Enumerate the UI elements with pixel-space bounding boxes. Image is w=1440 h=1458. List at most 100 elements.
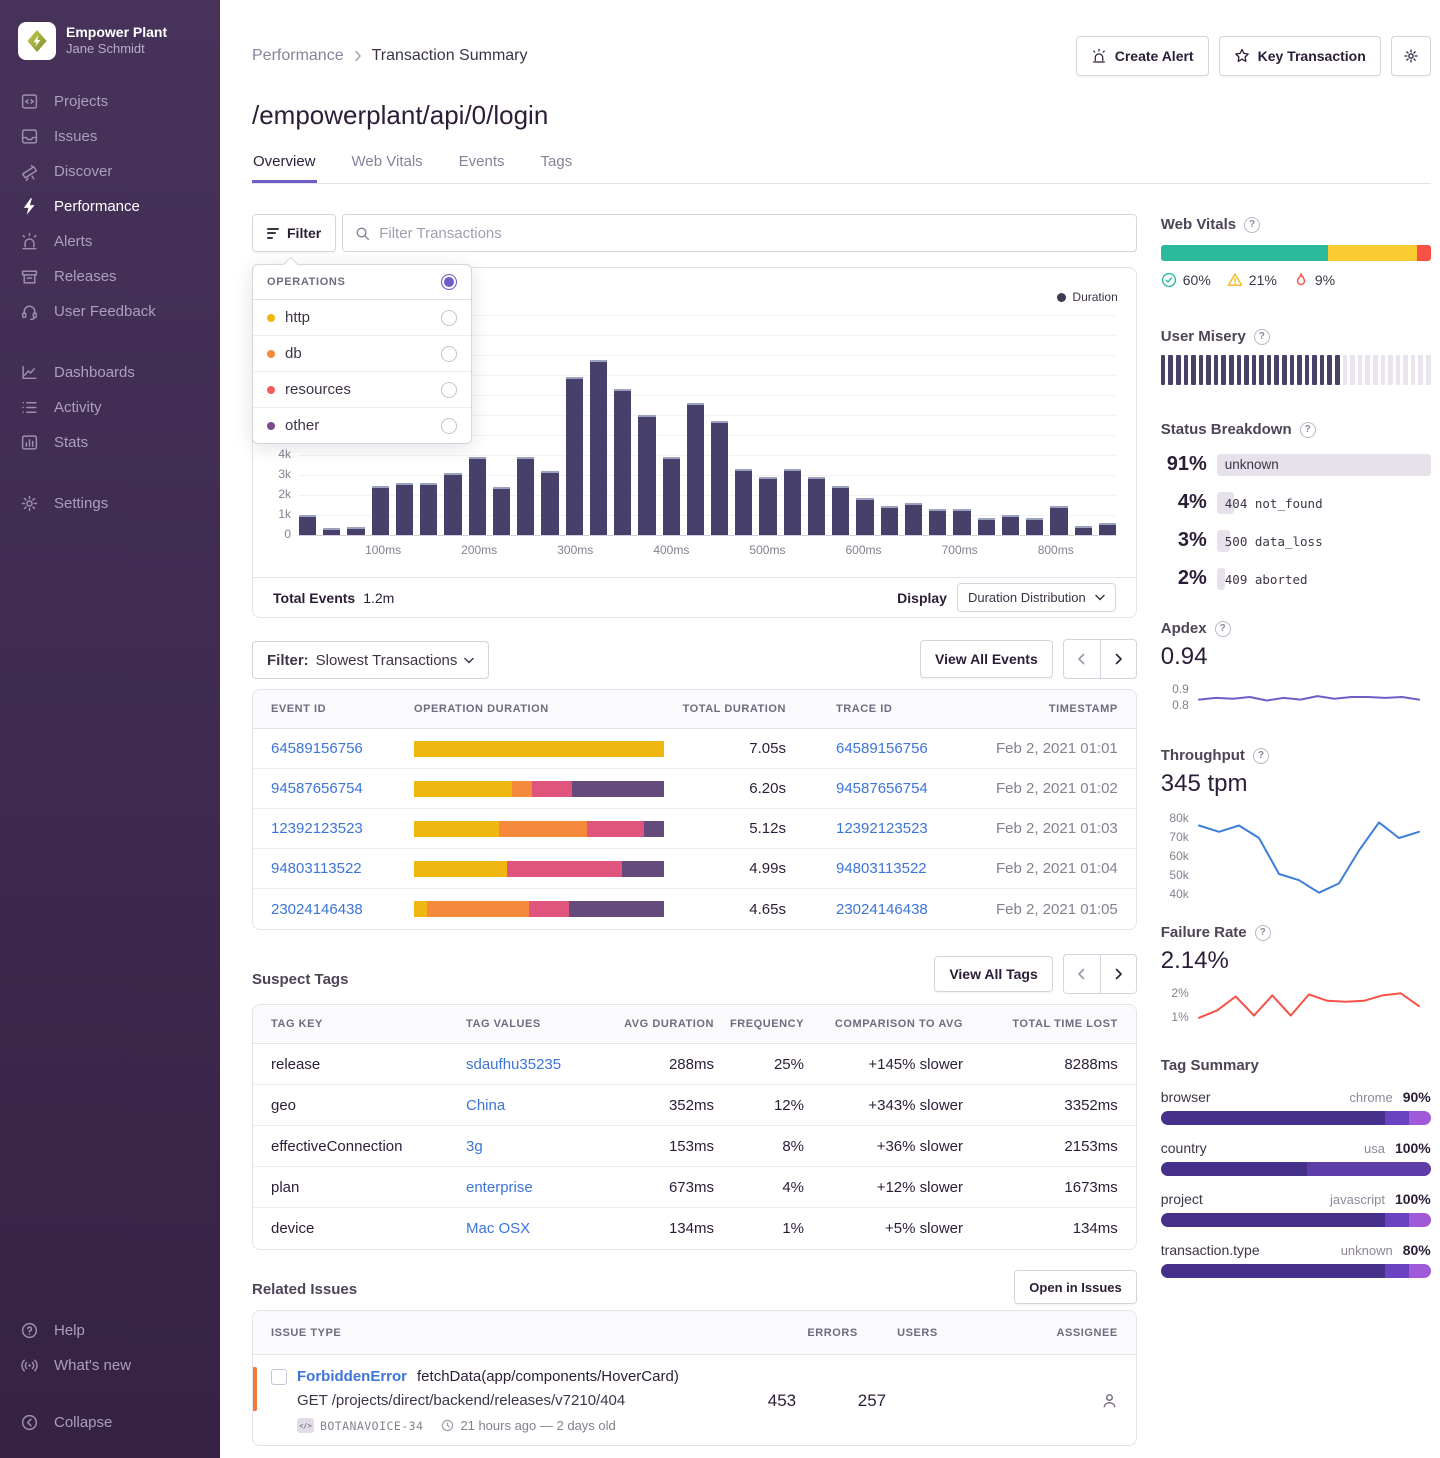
operation-duration-bar <box>414 781 664 797</box>
related-issues-heading: Related Issues <box>252 1281 357 1304</box>
question-icon[interactable]: ? <box>1244 217 1260 233</box>
settings-gear-icon <box>20 494 39 513</box>
chevron-down-icon <box>1095 594 1105 601</box>
event-id-link[interactable]: 94587656754 <box>271 780 414 797</box>
alerts-icon <box>20 232 39 251</box>
tab-overview[interactable]: Overview <box>252 153 317 183</box>
check-circle-icon <box>1161 272 1177 288</box>
error-type-link[interactable]: ForbiddenError <box>297 1368 407 1385</box>
issue-row: ForbiddenError fetchData(app/components/… <box>253 1355 1136 1445</box>
sidebar-item-projects[interactable]: Projects <box>0 84 220 119</box>
search-box[interactable] <box>342 214 1137 252</box>
filter-lines-icon <box>267 228 279 239</box>
tag-distribution-bar <box>1161 1213 1431 1227</box>
assignee-button[interactable] <box>938 1392 1118 1409</box>
issue-users-count: 257 <box>858 1391 938 1411</box>
resources-radio[interactable] <box>441 382 457 398</box>
filter-button[interactable]: Filter <box>252 214 336 252</box>
search-input[interactable] <box>379 225 1124 242</box>
suspect-tags-table: TAG KEY TAG VALUES AVG DURATION FREQUENC… <box>252 1004 1137 1250</box>
tag-row: release sdaufhu35235 288ms 25% +145% slo… <box>253 1044 1136 1085</box>
open-in-issues-button[interactable]: Open in Issues <box>1014 1270 1136 1304</box>
pager-next-button[interactable] <box>1100 955 1136 993</box>
apdex-chart: 0.90.8 <box>1161 681 1431 713</box>
tag-value-link[interactable]: 3g <box>466 1138 621 1155</box>
issue-checkbox[interactable] <box>271 1369 287 1385</box>
other-color-dot <box>267 422 275 430</box>
status-row: 91% unknown <box>1161 453 1431 476</box>
view-all-events-button[interactable]: View All Events <box>920 640 1053 678</box>
tag-row: effectiveConnection 3g 153ms 8% +36% slo… <box>253 1126 1136 1167</box>
event-id-link[interactable]: 94803113522 <box>271 860 414 877</box>
operations-dropdown-header[interactable]: OPERATIONS <box>253 265 471 300</box>
question-icon[interactable]: ? <box>1215 621 1231 637</box>
issue-errors-count: 453 <box>768 1391 858 1411</box>
sidebar-item-activity[interactable]: Activity <box>0 390 220 425</box>
view-all-tags-button[interactable]: View All Tags <box>934 956 1052 992</box>
event-id-link[interactable]: 23024146438 <box>271 901 414 918</box>
question-icon[interactable]: ? <box>1254 329 1270 345</box>
db-radio[interactable] <box>441 346 457 362</box>
breadcrumb-performance[interactable]: Performance <box>252 47 344 65</box>
sidebar-item-performance[interactable]: Performance <box>0 189 220 224</box>
question-icon[interactable]: ? <box>1253 748 1269 764</box>
sidebar-item-stats[interactable]: Stats <box>0 425 220 460</box>
event-row: 12392123523 5.12s 12392123523 Feb 2, 202… <box>253 809 1136 849</box>
event-id-link[interactable]: 12392123523 <box>271 820 414 837</box>
trace-id-link[interactable]: 64589156756 <box>786 740 928 757</box>
event-id-link[interactable]: 64589156756 <box>271 740 414 757</box>
issues-icon <box>20 127 39 146</box>
operation-duration-bar <box>414 741 664 757</box>
key-transaction-button[interactable]: Key Transaction <box>1219 36 1381 76</box>
other-radio[interactable] <box>441 418 457 434</box>
tag-distribution-bar <box>1161 1264 1431 1278</box>
sidebar-item-releases[interactable]: Releases <box>0 259 220 294</box>
tag-value-link[interactable]: China <box>466 1097 621 1114</box>
settings-button[interactable] <box>1391 36 1431 76</box>
question-icon[interactable]: ? <box>1255 925 1271 941</box>
sidebar-item-user-feedback[interactable]: User Feedback <box>0 294 220 329</box>
unhandled-stripe <box>253 1367 257 1411</box>
tag-value-link[interactable]: sdaufhu35235 <box>466 1056 621 1073</box>
trace-id-link[interactable]: 94587656754 <box>786 780 928 797</box>
pager-prev-button[interactable] <box>1064 640 1100 678</box>
tab-web-vitals[interactable]: Web Vitals <box>351 153 424 183</box>
operation-item-http[interactable]: http <box>253 300 471 336</box>
sidebar-item-dashboards[interactable]: Dashboards <box>0 355 220 390</box>
display-select[interactable]: Duration Distribution <box>957 583 1116 612</box>
trace-id-link[interactable]: 12392123523 <box>786 820 928 837</box>
operation-item-other[interactable]: other <box>253 408 471 443</box>
sidebar-item-alerts[interactable]: Alerts <box>0 224 220 259</box>
create-alert-button[interactable]: Create Alert <box>1076 36 1209 76</box>
search-icon <box>355 226 370 241</box>
events-filter-select[interactable]: Filter: Slowest Transactions <box>252 641 489 679</box>
throughput-chart: 80k70k60k50k40k <box>1161 810 1431 902</box>
sidebar-item-whats-new[interactable]: What's new <box>0 1348 220 1383</box>
event-row: 94803113522 4.99s 94803113522 Feb 2, 202… <box>253 849 1136 889</box>
sidebar-item-settings[interactable]: Settings <box>0 486 220 521</box>
operations-radio-selected[interactable] <box>441 274 457 290</box>
tab-tags[interactable]: Tags <box>540 153 574 183</box>
operation-item-db[interactable]: db <box>253 336 471 372</box>
question-icon[interactable]: ? <box>1300 422 1316 438</box>
pager-prev-button[interactable] <box>1064 955 1100 993</box>
http-radio[interactable] <box>441 310 457 326</box>
discover-icon <box>20 162 39 181</box>
gear-icon <box>1403 48 1419 64</box>
operation-item-resources[interactable]: resources <box>253 372 471 408</box>
sidebar-item-collapse[interactable]: Collapse <box>0 1405 220 1440</box>
tag-summary-row: country usa 100% <box>1161 1140 1431 1176</box>
chevron-right-icon <box>1114 968 1123 980</box>
org-switcher[interactable]: Empower Plant Jane Schmidt <box>0 14 220 74</box>
tab-bar: Overview Web Vitals Events Tags <box>252 153 1431 184</box>
tag-value-link[interactable]: Mac OSX <box>466 1220 621 1237</box>
pager-next-button[interactable] <box>1100 640 1136 678</box>
trace-id-link[interactable]: 23024146438 <box>786 901 928 918</box>
sidebar-item-issues[interactable]: Issues <box>0 119 220 154</box>
trace-id-link[interactable]: 94803113522 <box>786 860 928 877</box>
event-row: 64589156756 7.05s 64589156756 Feb 2, 202… <box>253 729 1136 769</box>
tab-events[interactable]: Events <box>458 153 506 183</box>
sidebar-item-discover[interactable]: Discover <box>0 154 220 189</box>
tag-value-link[interactable]: enterprise <box>466 1179 621 1196</box>
sidebar-item-help[interactable]: Help <box>0 1313 220 1348</box>
